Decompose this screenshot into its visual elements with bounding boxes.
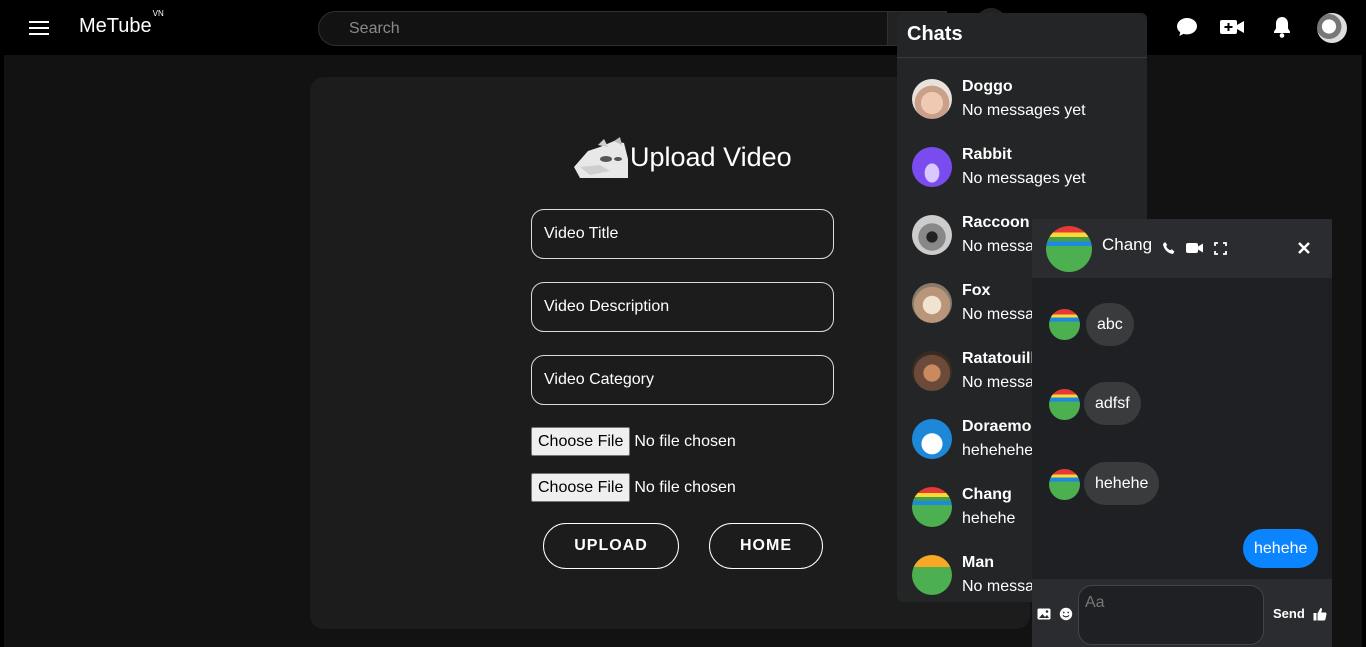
video-call-button[interactable] [1186, 239, 1204, 257]
avatar [912, 79, 952, 119]
chat-name: Fox [962, 282, 991, 299]
avatar [912, 555, 952, 595]
image-icon [1037, 608, 1051, 620]
chat-name: Doggo [962, 78, 1013, 95]
cat-icon [570, 137, 630, 178]
chat-window-name[interactable]: Chang [1102, 235, 1152, 255]
avatar [912, 147, 952, 187]
chat-name: Rabbit [962, 146, 1012, 163]
voice-call-button[interactable] [1160, 239, 1178, 257]
video-file-status: No file chosen [634, 432, 736, 450]
chat-name: Raccoon [962, 214, 1030, 231]
logo-text: MeTube [79, 15, 152, 37]
home-button[interactable]: HOME [709, 523, 823, 569]
message-bubble: adfsf [1084, 382, 1141, 425]
menu-button[interactable] [24, 14, 54, 42]
close-icon [1298, 242, 1310, 254]
user-avatar[interactable] [1317, 13, 1347, 43]
video-add-icon [1220, 20, 1244, 34]
chats-title: Chats [907, 23, 963, 45]
avatar [912, 215, 952, 255]
video-file-picker: Choose File No file chosen [531, 427, 736, 456]
chat-name: Man [962, 554, 994, 571]
chat-preview: hehehehe [962, 442, 1034, 459]
like-button[interactable] [1313, 607, 1327, 621]
video-camera-icon [1186, 243, 1203, 253]
avatar [1049, 389, 1080, 420]
choose-video-file-button[interactable]: Choose File [531, 427, 631, 456]
chat-name: Chang [962, 486, 1012, 503]
chat-window: Chang abc adfsf hehehe hehehe Aa Send [1032, 219, 1332, 647]
messages-button[interactable] [1173, 13, 1201, 41]
upload-button[interactable]: UPLOAD [543, 523, 679, 569]
video-description-input[interactable] [531, 282, 834, 332]
thumbnail-file-picker: Choose File No file chosen [531, 473, 736, 502]
chat-item-doggo[interactable]: Doggo No messages yet [897, 66, 1147, 134]
bell-icon [1274, 17, 1290, 38]
avatar [912, 283, 952, 323]
chat-item-rabbit[interactable]: Rabbit No messages yet [897, 134, 1147, 202]
video-category-input[interactable] [531, 355, 834, 405]
chat-preview: hehehe [962, 510, 1016, 527]
chat-input-bar: Send [1032, 579, 1332, 647]
fullscreen-icon [1213, 241, 1227, 255]
message-bubble-mine: hehehe [1243, 529, 1319, 568]
upload-heading: Upload Video [570, 137, 792, 178]
chat-preview: No messages yet [962, 102, 1086, 119]
app-root: MeTubeVN Upload Video Choose File No fil… [0, 0, 1366, 647]
chat-window-header: Chang [1032, 219, 1332, 278]
phone-icon [1163, 242, 1175, 254]
thumbnail-file-status: No file chosen [634, 478, 736, 496]
emoji-button[interactable] [1059, 607, 1073, 621]
message-bubble: abc [1086, 303, 1134, 346]
avatar [1049, 309, 1080, 340]
smile-icon [1059, 607, 1073, 621]
create-video-button[interactable] [1218, 13, 1246, 41]
choose-thumbnail-file-button[interactable]: Choose File [531, 473, 631, 502]
message-input[interactable] [1078, 585, 1264, 645]
hamburger-icon [29, 21, 49, 35]
avatar [912, 351, 952, 391]
chat-name: Doraemon [962, 418, 1042, 435]
expand-button[interactable] [1211, 239, 1229, 257]
avatar [1049, 469, 1080, 500]
notifications-button[interactable] [1268, 13, 1296, 41]
chat-bubble-icon [1177, 18, 1197, 36]
page-title: Upload Video [630, 142, 792, 172]
avatar [912, 487, 952, 527]
logo[interactable]: MeTubeVN [79, 9, 164, 38]
send-button[interactable]: Send [1273, 606, 1305, 621]
video-title-input[interactable] [531, 209, 834, 259]
chat-preview: No messages yet [962, 170, 1086, 187]
logo-region: VN [152, 9, 164, 19]
chats-divider [897, 57, 1147, 58]
message-bubble: hehehe [1084, 462, 1160, 505]
close-chat-button[interactable] [1295, 239, 1313, 257]
search-input[interactable] [318, 11, 888, 46]
attach-image-button[interactable] [1037, 607, 1051, 621]
avatar[interactable] [1046, 226, 1092, 272]
thumbs-up-icon [1313, 608, 1327, 621]
avatar [912, 419, 952, 459]
